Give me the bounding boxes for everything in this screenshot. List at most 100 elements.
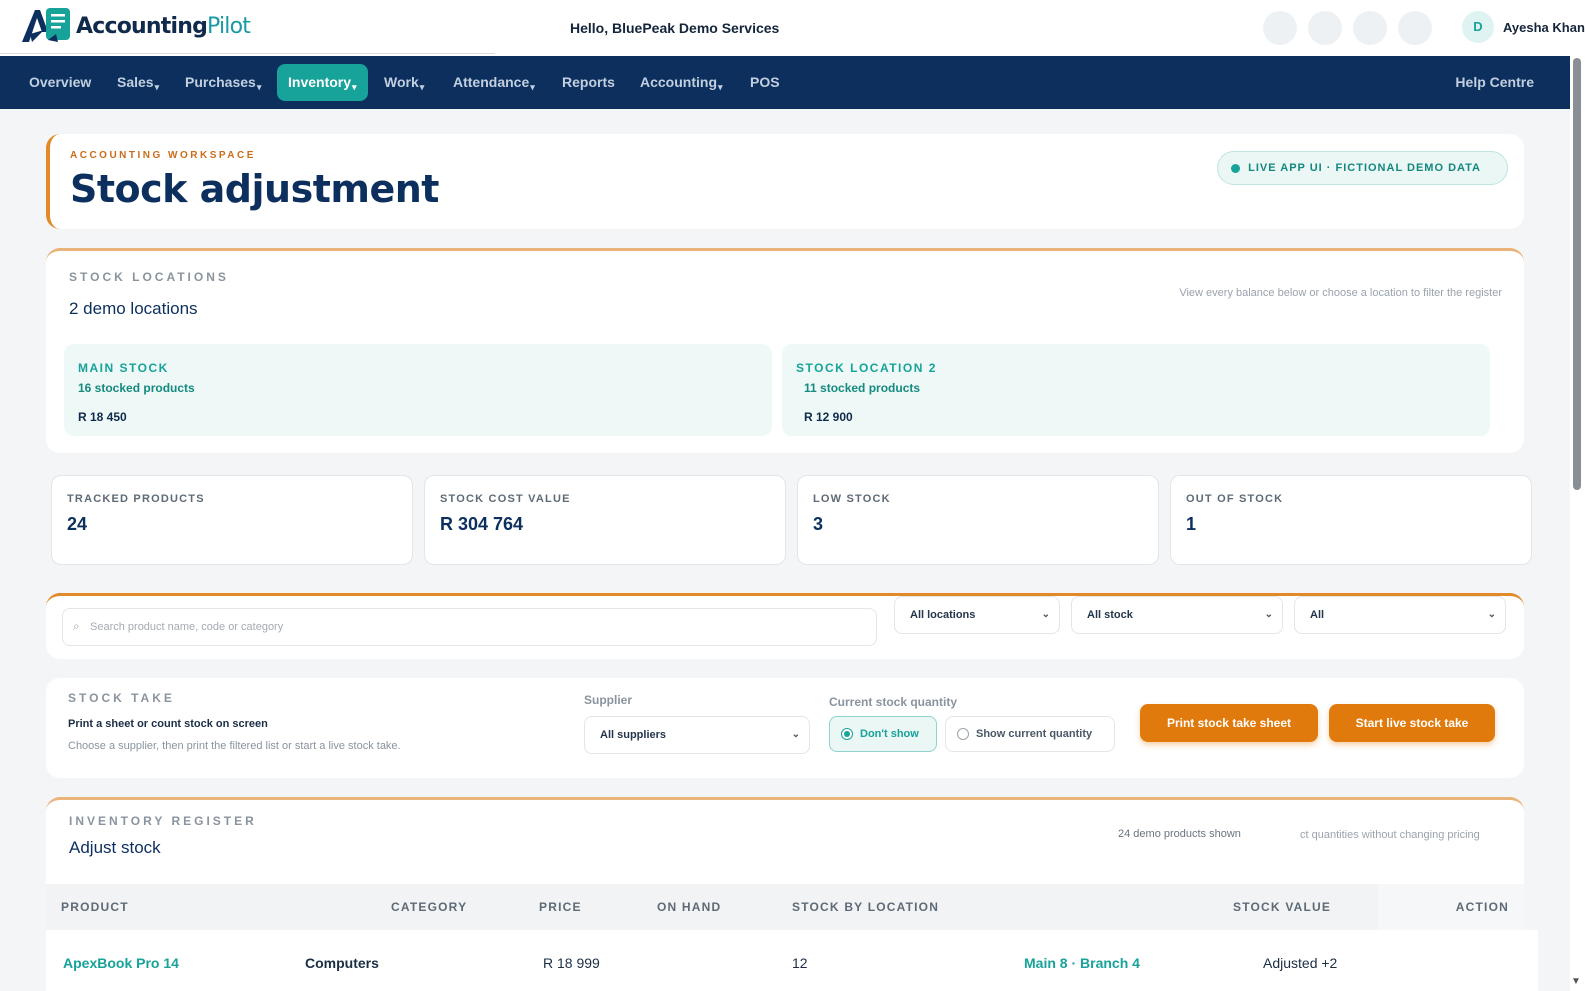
product-link[interactable]: ApexBook Pro 14	[63, 955, 179, 971]
stat-tracked-products: TRACKED PRODUCTS 24	[51, 475, 413, 565]
stock-by-location[interactable]: Main 8 · Branch 4	[1024, 955, 1140, 971]
nav-item-overview[interactable]: Overview	[29, 56, 91, 109]
product-on-hand: 12	[792, 955, 808, 971]
location-value: R 12 900	[804, 410, 853, 424]
brand-logo[interactable]: AccountingPilot	[18, 6, 251, 46]
locations-hint: View every balance below or choose a loc…	[1179, 287, 1502, 299]
quick-action-button-3[interactable]	[1353, 11, 1387, 45]
table-header: PRODUCT CATEGORY PRICE ON HAND STOCK BY …	[46, 884, 1524, 930]
location-filter-select[interactable]: All locations ⌄	[894, 596, 1060, 634]
chevron-down-icon: ▾	[154, 82, 160, 92]
location-tile-main-stock[interactable]: MAIN STOCK 16 stocked products R 18 450	[64, 344, 772, 436]
register-hint: ct quantities without changing pricing	[1300, 829, 1480, 841]
avatar[interactable]: D	[1462, 11, 1494, 43]
register-count: 24 demo products shown	[1118, 828, 1241, 840]
column-header-price[interactable]: PRICE	[539, 900, 582, 914]
logo-mark-icon	[18, 6, 74, 46]
stat-value: R 304 764	[440, 514, 524, 534]
brand-name: AccountingPilot	[76, 13, 251, 39]
chevron-down-icon: ⌄	[1487, 609, 1496, 620]
stock-locations-card: STOCK LOCATIONS 2 demo locations View ev…	[46, 248, 1524, 453]
quick-action-button-4[interactable]	[1398, 11, 1432, 45]
stat-label: STOCK COST VALUE	[440, 493, 571, 505]
chevron-down-icon: ▾	[419, 82, 425, 92]
page-kicker: ACCOUNTING WORKSPACE	[70, 150, 256, 161]
quick-action-button-2[interactable]	[1308, 11, 1342, 45]
column-header-stock-value[interactable]: STOCK VALUE	[1233, 900, 1331, 914]
stock-take-card: STOCK TAKE Print a sheet or count stock …	[46, 678, 1524, 778]
stock-take-title: Print a sheet or count stock on screen	[68, 718, 268, 730]
start-stock-take-button[interactable]: Start live stock take	[1329, 704, 1495, 742]
nav-item-work[interactable]: Work▾	[384, 56, 424, 109]
radio-dont-show[interactable]: Don't show	[829, 716, 937, 752]
chevron-down-icon: ⌄	[1264, 609, 1273, 620]
stat-value: 1	[1186, 514, 1197, 534]
category-filter-select[interactable]: All ⌄	[1294, 596, 1506, 634]
column-header-product[interactable]: PRODUCT	[61, 900, 129, 914]
nav-item-reports[interactable]: Reports	[562, 56, 615, 109]
search-box[interactable]: ⌕	[62, 608, 877, 646]
nav-item-accounting[interactable]: Accounting▾	[640, 56, 723, 109]
nav-item-attendance[interactable]: Attendance▾	[453, 56, 535, 109]
main-nav: Overview Sales▾ Purchases▾ Inventory▾ Wo…	[0, 56, 1570, 109]
nav-item-purchases[interactable]: Purchases▾	[185, 56, 261, 109]
quick-action-button-1[interactable]	[1263, 11, 1297, 45]
location-tile-stock-location-2[interactable]: STOCK LOCATION 2 11 stocked products R 1…	[782, 344, 1490, 436]
nav-item-sales[interactable]: Sales▾	[117, 56, 159, 109]
filter-bar: ⌕ All locations⌄ All stock⌄ All⌄	[46, 593, 1524, 659]
stat-low-stock: LOW STOCK 3	[797, 475, 1159, 565]
table-row[interactable]: ApexBook Pro 14 Computers R 18 999 12 Ma…	[46, 930, 1538, 991]
section-label: INVENTORY REGISTER	[69, 814, 257, 828]
stock-filter-select[interactable]: All stock ⌄	[1071, 596, 1283, 634]
stat-out-of-stock: OUT OF STOCK 1	[1170, 475, 1532, 565]
chevron-down-icon: ▾	[530, 82, 535, 92]
locations-subtitle: 2 demo locations	[69, 299, 198, 318]
supplier-label: Supplier	[584, 693, 633, 707]
nav-item-pos[interactable]: POS	[750, 56, 780, 109]
chevron-down-icon: ⌄	[1041, 609, 1050, 620]
stock-take-description: Choose a supplier, then print the filter…	[68, 740, 401, 752]
page-scrollbar[interactable]: ▼	[1570, 56, 1585, 991]
chevron-down-icon: ▾	[352, 82, 357, 92]
supplier-select[interactable]: All suppliers ⌄	[584, 716, 810, 754]
column-header-on-hand[interactable]: ON HAND	[657, 900, 721, 914]
page-header-card: ACCOUNTING WORKSPACE Stock adjustment LI…	[46, 134, 1524, 229]
column-header-category[interactable]: CATEGORY	[391, 900, 467, 914]
stat-stock-cost-value: STOCK COST VALUE R 304 764	[424, 475, 786, 565]
page-title: Stock adjustment	[70, 167, 439, 211]
stat-value: 3	[813, 514, 824, 534]
chevron-down-icon: ▾	[718, 82, 723, 92]
column-header-action: ACTION	[1455, 900, 1509, 914]
search-icon: ⌕	[73, 619, 80, 633]
radio-checked-icon	[841, 728, 853, 740]
chevron-down-icon: ▾	[256, 82, 262, 92]
stat-value: 24	[67, 514, 88, 534]
print-stock-take-button[interactable]: Print stock take sheet	[1140, 704, 1318, 742]
product-price: R 18 999	[543, 955, 600, 971]
product-category: Computers	[305, 955, 379, 971]
location-count: 11 stocked products	[804, 381, 921, 395]
stat-label: LOW STOCK	[813, 493, 891, 505]
scroll-down-icon[interactable]: ▼	[1571, 976, 1581, 987]
radio-show-quantity[interactable]: Show current quantity	[945, 716, 1115, 752]
stat-label: TRACKED PRODUCTS	[67, 493, 205, 505]
section-label: STOCK LOCATIONS	[69, 270, 229, 284]
stock-value: Adjusted +2	[1263, 955, 1338, 971]
nav-item-inventory[interactable]: Inventory▾	[277, 64, 368, 101]
header-divider	[0, 53, 495, 54]
greeting-text: Hello, BluePeak Demo Services	[570, 20, 780, 36]
scrollbar-thumb[interactable]	[1573, 58, 1581, 490]
live-dot-icon	[1231, 164, 1241, 173]
location-name: MAIN STOCK	[78, 361, 169, 375]
location-value: R 18 450	[78, 410, 127, 424]
user-name[interactable]: Ayesha Khan	[1503, 20, 1585, 35]
column-header-stock-by-location[interactable]: STOCK BY LOCATION	[792, 900, 939, 914]
nav-help-centre[interactable]: Help Centre	[1455, 56, 1534, 109]
chevron-down-icon: ⌄	[791, 729, 800, 740]
status-badge: LIVE APP UI · FICTIONAL DEMO DATA	[1217, 151, 1508, 185]
search-input[interactable]	[90, 610, 850, 644]
section-label: STOCK TAKE	[68, 691, 175, 705]
radio-unchecked-icon	[957, 728, 969, 740]
location-count: 16 stocked products	[78, 381, 195, 395]
action-column-header: ACTION	[1378, 884, 1524, 930]
